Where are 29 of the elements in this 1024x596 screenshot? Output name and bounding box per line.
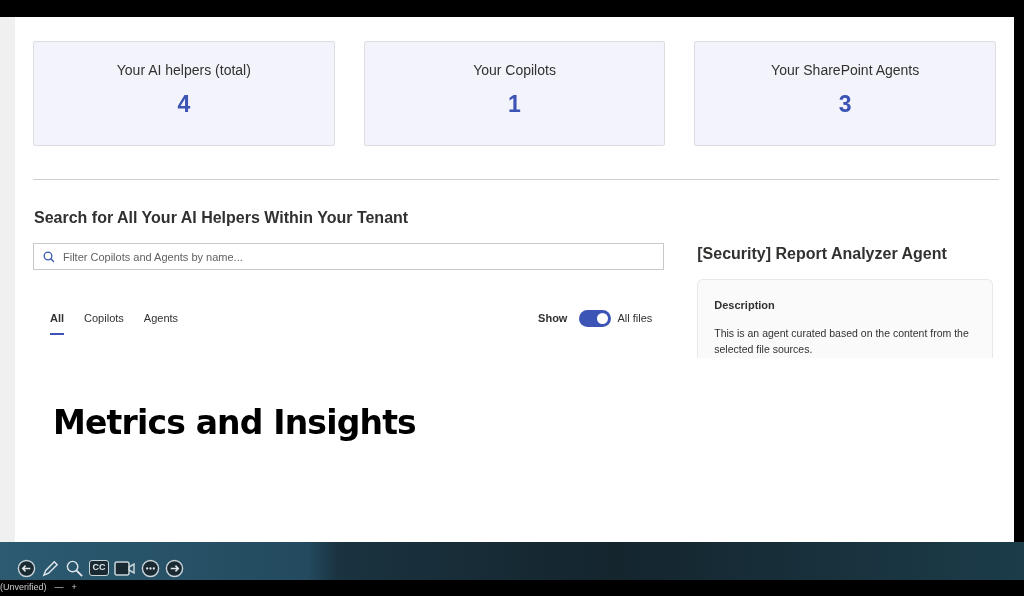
captions-button[interactable]: CC <box>89 560 109 576</box>
search-icon <box>43 251 55 263</box>
stat-value: 4 <box>177 90 191 119</box>
status-label: (Unverified) <box>0 581 47 595</box>
stat-label: Your AI helpers (total) <box>116 61 251 80</box>
video-camera-icon[interactable] <box>114 558 136 578</box>
tab[interactable]: Copilots <box>84 302 124 335</box>
pen-icon[interactable] <box>41 558 60 578</box>
stat-label: Your SharePoint Agents <box>771 61 920 80</box>
show-label: Show <box>538 311 568 326</box>
toggle-switch[interactable] <box>579 309 612 327</box>
search-field[interactable]: Filter Copilots and Agents by name... <box>33 243 665 270</box>
more-icon[interactable] <box>141 558 160 578</box>
zoom-icon[interactable] <box>65 558 84 578</box>
toggle-label: All files <box>617 311 653 326</box>
minus-button[interactable]: — <box>54 581 64 595</box>
description-heading: Description <box>714 298 776 313</box>
stat-value: 3 <box>838 90 852 119</box>
tab[interactable]: All <box>50 302 65 335</box>
slide-title: Metrics and Insights <box>53 402 417 444</box>
plus-button[interactable]: + <box>71 581 77 595</box>
section-heading: Search for All Your AI Helpers Within Your Tenant <box>33 208 410 228</box>
stat-value: 1 <box>508 90 521 119</box>
tab[interactable]: Agents <box>143 302 179 335</box>
detail-title: [Security] Report Analyzer Agent <box>697 244 948 264</box>
next-icon[interactable] <box>165 558 184 578</box>
previous-icon[interactable] <box>17 558 36 578</box>
stat-label: Your Copilots <box>473 61 556 80</box>
description-text: This is an agent curated based on the content from the selected file sources. <box>714 325 970 357</box>
